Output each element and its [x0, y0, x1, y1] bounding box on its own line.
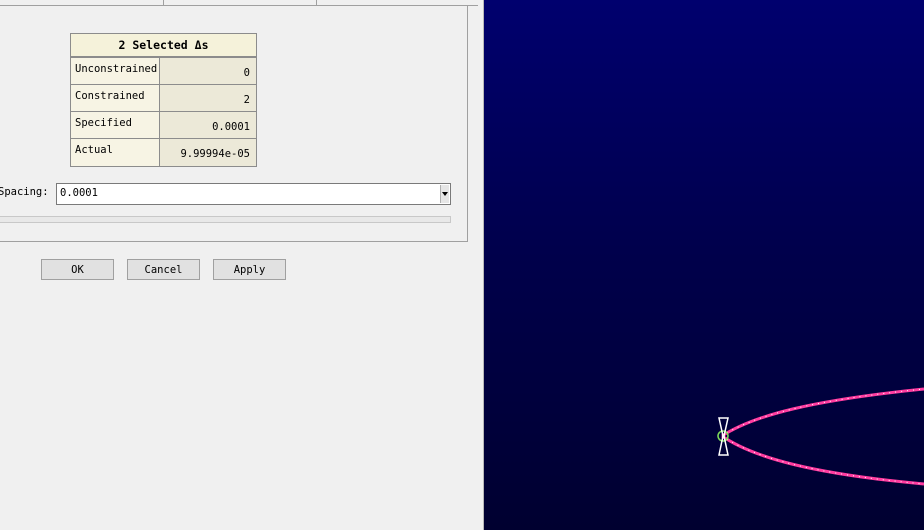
stats-value-unconstrained: 0 — [160, 58, 256, 85]
progress-bar — [0, 216, 451, 223]
table-row: Specified 0.0001 — [71, 112, 256, 139]
spacing-dropdown-button[interactable] — [440, 185, 449, 203]
table-row: Unconstrained 0 — [71, 58, 256, 85]
table-row: Actual 9.99994e-05 — [71, 139, 256, 166]
spacing-label: Spacing: — [0, 186, 49, 198]
stats-label-actual: Actual — [71, 139, 160, 166]
dialog-panel: 2 Selected Δs Unconstrained 0 Constraine… — [0, 0, 484, 530]
spacing-value[interactable]: 0.0001 — [60, 187, 98, 199]
selection-stats-table: 2 Selected Δs Unconstrained 0 Constraine… — [70, 33, 257, 167]
graphics-viewport[interactable] — [484, 0, 924, 530]
apply-button[interactable]: Apply — [213, 259, 286, 280]
chevron-down-icon — [442, 192, 448, 196]
lower-curve-nodes — [721, 435, 924, 485]
stats-value-constrained: 2 — [160, 85, 256, 112]
stats-value-actual: 9.99994e-05 — [160, 139, 256, 166]
stats-label-constrained: Constrained — [71, 85, 160, 112]
spacing-combobox[interactable]: 0.0001 — [56, 183, 451, 205]
tab-separator — [316, 0, 317, 5]
ok-button[interactable]: OK — [41, 259, 114, 280]
stats-label-specified: Specified — [71, 112, 160, 139]
upper-curve — [721, 387, 924, 438]
tab-separator — [163, 0, 164, 5]
app-root: 2 Selected Δs Unconstrained 0 Constraine… — [0, 0, 924, 530]
stats-value-specified: 0.0001 — [160, 112, 256, 139]
viewport-canvas — [717, 387, 924, 486]
lower-curve — [721, 434, 924, 486]
upper-curve-nodes — [721, 388, 924, 437]
table-row: Constrained 2 — [71, 85, 256, 112]
stats-label-unconstrained: Unconstrained — [71, 58, 160, 85]
hourglass-marker-icon[interactable] — [718, 417, 729, 456]
cancel-button[interactable]: Cancel — [127, 259, 200, 280]
stats-table-title: 2 Selected Δs — [71, 34, 256, 58]
